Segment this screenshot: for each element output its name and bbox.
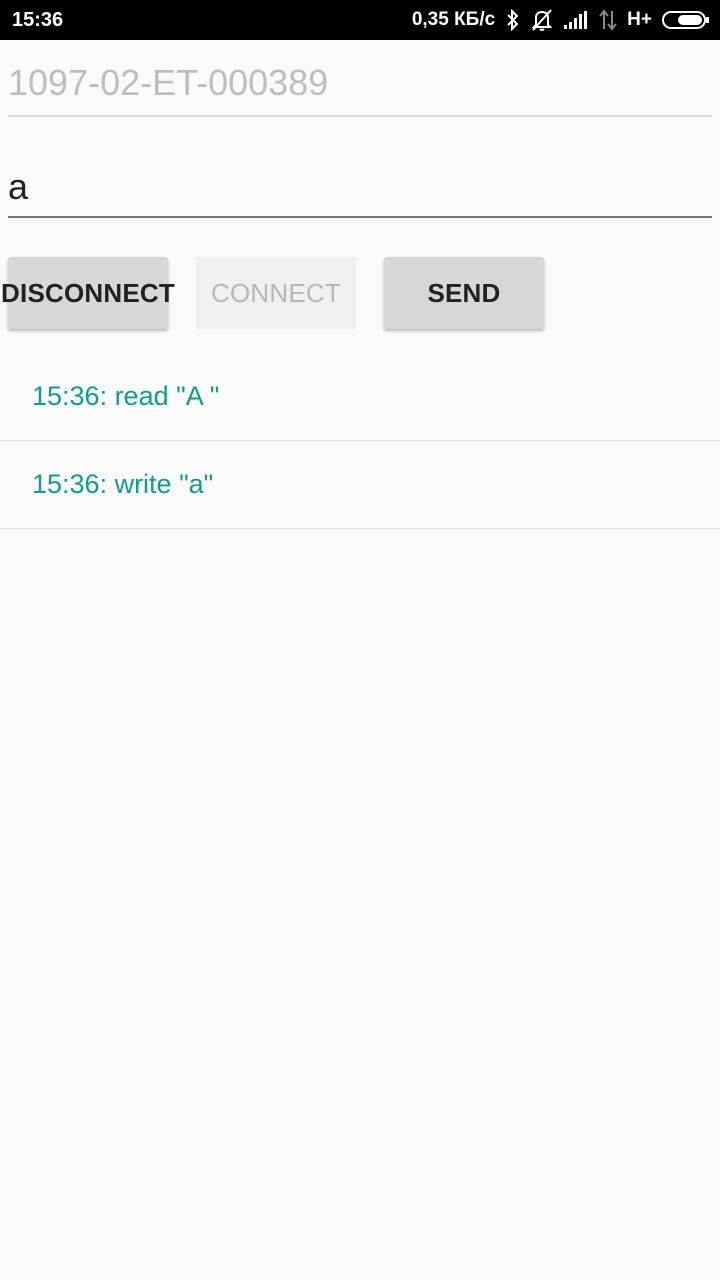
status-bar: 15:36 0,35 КБ/с H+ [0, 0, 720, 40]
device-id-input[interactable] [8, 62, 712, 104]
message-field[interactable] [8, 166, 712, 218]
bluetooth-icon [505, 9, 521, 31]
send-button[interactable]: SEND [384, 257, 544, 329]
device-id-field[interactable] [8, 62, 712, 117]
message-input[interactable] [8, 166, 712, 208]
net-speed: 0,35 КБ/с [411, 9, 496, 30]
bell-off-icon [531, 8, 553, 32]
signal-icon [563, 10, 589, 30]
disconnect-button[interactable]: DISCONNECT [1, 257, 175, 329]
list-item[interactable]: 15:36: read "A " [0, 353, 720, 441]
connect-button[interactable]: CONNECT [196, 257, 356, 329]
list-item[interactable]: 15:36: write "a" [0, 441, 720, 529]
log-list[interactable]: 15:36: read "A " 15:36: write "a" [0, 353, 720, 529]
battery-icon [662, 9, 710, 31]
network-type: H+ [627, 9, 652, 30]
status-time: 15:36 [12, 9, 64, 31]
status-icons: 0,35 КБ/с H+ [412, 0, 710, 40]
data-arrows-icon [599, 9, 617, 31]
